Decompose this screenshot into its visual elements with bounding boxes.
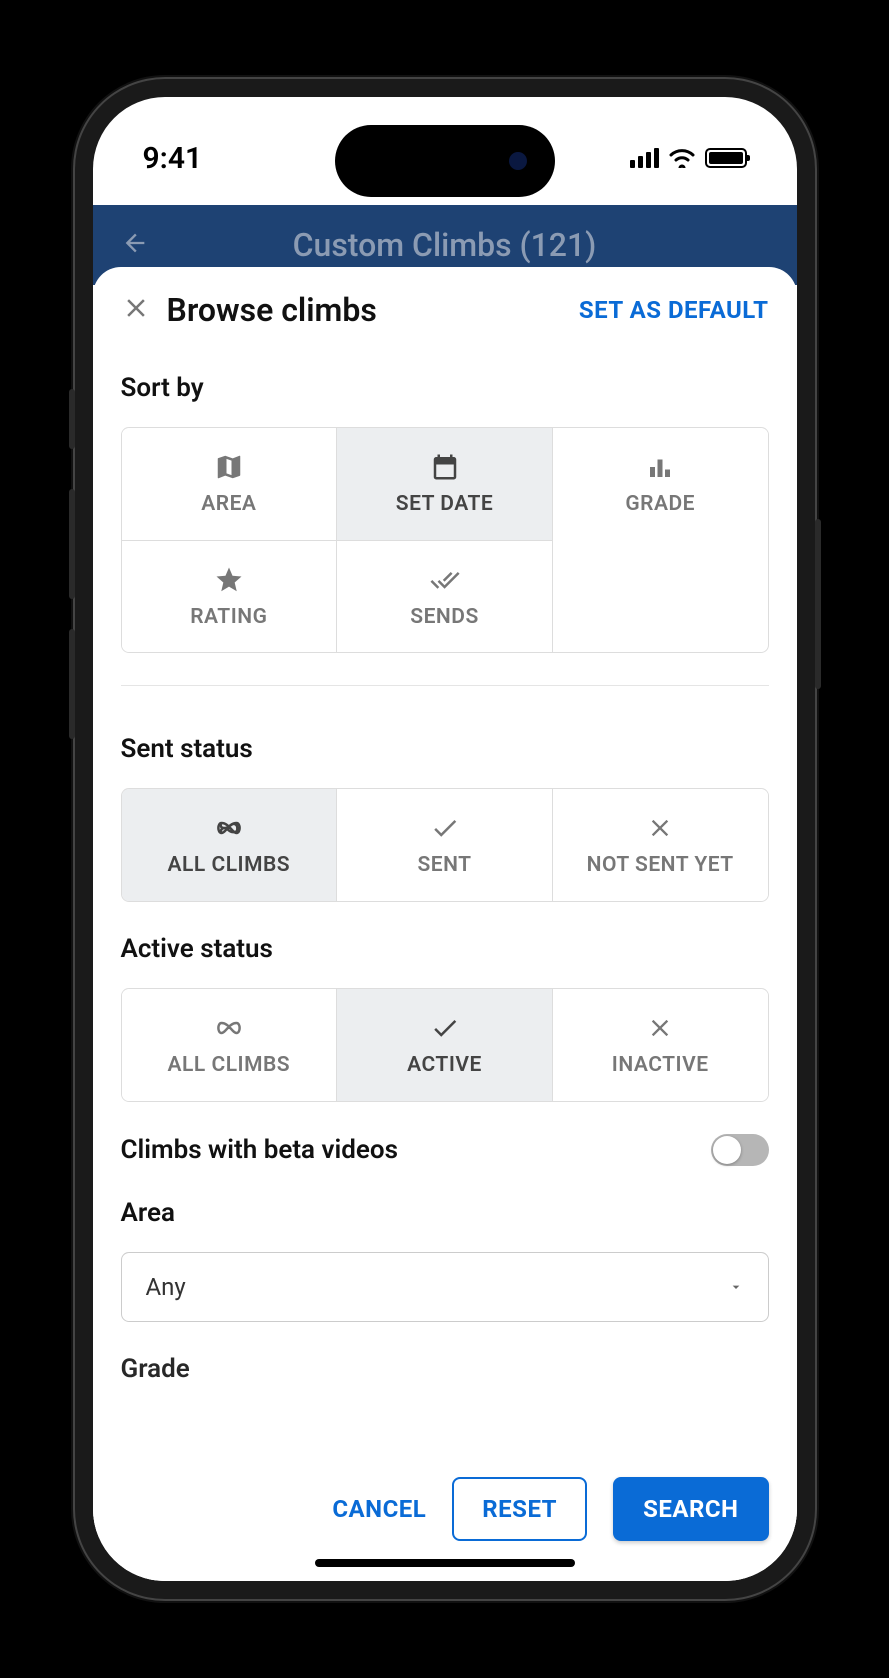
close-icon: [645, 1013, 675, 1043]
check-icon: [430, 813, 460, 843]
calendar-icon: [430, 452, 460, 482]
done-all-icon: [430, 565, 460, 595]
set-default-button[interactable]: SET AS DEFAULT: [579, 296, 769, 324]
sort-set-date-label: SET DATE: [396, 492, 493, 516]
sent-sent-label: SENT: [417, 853, 471, 877]
bar-chart-icon: [645, 452, 675, 482]
star-icon: [214, 565, 244, 595]
close-button[interactable]: [121, 293, 151, 327]
home-indicator[interactable]: [315, 1559, 575, 1567]
map-icon: [214, 452, 244, 482]
wifi-icon: [669, 148, 695, 168]
dropdown-icon: [728, 1279, 744, 1295]
sent-not-sent-label: NOT SENT YET: [587, 853, 734, 877]
close-icon: [645, 813, 675, 843]
page-title: Custom Climbs (121): [93, 226, 797, 264]
active-active-label: ACTIVE: [407, 1053, 482, 1077]
sent-sent[interactable]: SENT: [337, 789, 553, 901]
beta-videos-label: Climbs with beta videos: [121, 1135, 398, 1165]
sheet-title: Browse climbs: [167, 291, 579, 329]
sort-grade[interactable]: GRADE: [553, 428, 768, 540]
sort-sends-label: SENDS: [410, 605, 479, 629]
divider: [121, 685, 769, 686]
sort-by-label: Sort by: [121, 373, 769, 403]
sort-area-label: AREA: [201, 492, 256, 516]
infinity-icon: [214, 813, 244, 843]
sort-rating[interactable]: RATING: [122, 540, 338, 652]
sort-area[interactable]: AREA: [122, 428, 338, 540]
active-active[interactable]: ACTIVE: [337, 989, 553, 1101]
grade-label: Grade: [121, 1354, 769, 1384]
sort-sends[interactable]: SENDS: [337, 540, 553, 652]
active-inactive[interactable]: INACTIVE: [553, 989, 768, 1101]
dynamic-island: [335, 125, 555, 197]
active-all-label: ALL CLIMBS: [168, 1053, 291, 1077]
filter-sheet: Browse climbs SET AS DEFAULT Sort by ARE…: [93, 267, 797, 1581]
beta-videos-toggle[interactable]: [711, 1134, 769, 1166]
sort-set-date[interactable]: SET DATE: [337, 428, 553, 540]
infinity-icon: [214, 1013, 244, 1043]
reset-button[interactable]: RESET: [452, 1477, 587, 1541]
area-label: Area: [121, 1198, 769, 1228]
search-button[interactable]: SEARCH: [613, 1477, 768, 1541]
area-dropdown[interactable]: Any: [121, 1252, 769, 1322]
active-inactive-label: INACTIVE: [612, 1053, 709, 1077]
active-all[interactable]: ALL CLIMBS: [122, 989, 338, 1101]
sent-status-group: ALL CLIMBS SENT NOT SENT Y: [121, 788, 769, 902]
active-status-group: ALL CLIMBS ACTIVE INACTIVE: [121, 988, 769, 1102]
cellular-icon: [630, 148, 659, 168]
cancel-button[interactable]: CANCEL: [332, 1495, 426, 1523]
sort-rating-label: RATING: [190, 605, 267, 629]
sort-by-group: AREA SET DATE GRADE: [121, 427, 769, 653]
check-icon: [430, 1013, 460, 1043]
sent-all-label: ALL CLIMBS: [168, 853, 291, 877]
sent-status-label: Sent status: [121, 734, 769, 764]
back-button[interactable]: [121, 229, 149, 261]
active-status-label: Active status: [121, 934, 769, 964]
sent-all[interactable]: ALL CLIMBS: [122, 789, 338, 901]
sent-not-sent[interactable]: NOT SENT YET: [553, 789, 768, 901]
sort-grade-label: GRADE: [625, 492, 695, 516]
status-time: 9:41: [143, 127, 203, 176]
area-value: Any: [146, 1273, 186, 1301]
battery-icon: [705, 148, 747, 168]
